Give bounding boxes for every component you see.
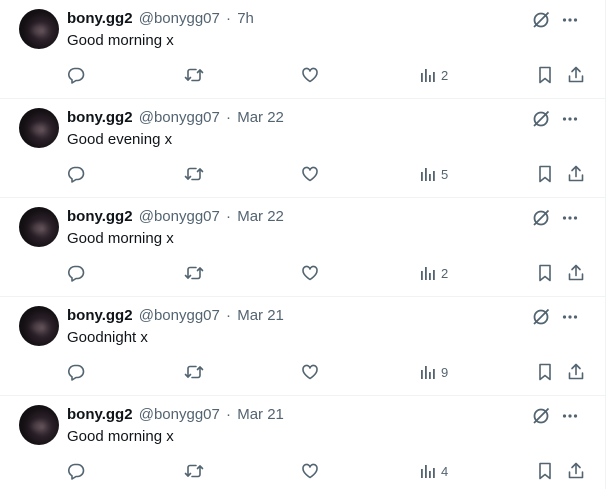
bookmark-icon[interactable] — [537, 461, 553, 481]
share-icon[interactable] — [567, 65, 585, 85]
reply-icon[interactable] — [67, 65, 85, 85]
tweet[interactable]: bony.gg2 @bonygg07 · Mar 22 Good evening… — [0, 99, 605, 198]
share-icon[interactable] — [567, 164, 585, 184]
tweet[interactable]: bony.gg2 @bonygg07 · Mar 21 Good morning… — [0, 396, 605, 489]
views-count: 5 — [441, 166, 449, 182]
tweet[interactable]: bony.gg2 @bonygg07 · Mar 21 Goodnight x — [0, 297, 605, 396]
action-bar: 2 — [0, 198, 605, 296]
tweet[interactable]: bony.gg2 @bonygg07 · 7h Good morning x 2 — [0, 0, 605, 99]
reply-icon[interactable] — [67, 164, 85, 184]
repost-icon[interactable] — [184, 461, 204, 481]
share-icon[interactable] — [567, 362, 585, 382]
repost-icon[interactable] — [184, 263, 204, 283]
share-icon[interactable] — [567, 263, 585, 283]
views-stat[interactable]: 5 — [420, 164, 448, 184]
views-icon — [420, 265, 436, 281]
views-stat[interactable]: 4 — [420, 461, 448, 481]
like-icon[interactable] — [301, 164, 319, 184]
like-icon[interactable] — [301, 362, 319, 382]
views-count: 2 — [441, 67, 449, 83]
tweet[interactable]: bony.gg2 @bonygg07 · Mar 22 Good morning… — [0, 198, 605, 297]
views-icon — [420, 67, 436, 83]
action-bar: 4 — [0, 396, 605, 489]
views-icon — [420, 364, 436, 380]
views-stat[interactable]: 9 — [420, 362, 448, 382]
action-bar: 5 — [0, 99, 605, 197]
like-icon[interactable] — [301, 263, 319, 283]
views-icon — [420, 166, 436, 182]
repost-icon[interactable] — [184, 164, 204, 184]
reply-icon[interactable] — [67, 263, 85, 283]
action-bar: 2 — [0, 0, 605, 98]
bookmark-icon[interactable] — [537, 263, 553, 283]
bookmark-icon[interactable] — [537, 362, 553, 382]
share-icon[interactable] — [567, 461, 585, 481]
timeline-feed: bony.gg2 @bonygg07 · 7h Good morning x 2… — [0, 0, 606, 489]
views-count: 2 — [441, 265, 449, 281]
bookmark-icon[interactable] — [537, 65, 553, 85]
like-icon[interactable] — [301, 65, 319, 85]
views-stat[interactable]: 2 — [420, 263, 448, 283]
bookmark-icon[interactable] — [537, 164, 553, 184]
reply-icon[interactable] — [67, 362, 85, 382]
views-stat[interactable]: 2 — [420, 65, 448, 85]
views-count: 4 — [441, 463, 449, 479]
views-count: 9 — [441, 364, 449, 380]
action-bar: 9 — [0, 297, 605, 395]
repost-icon[interactable] — [184, 362, 204, 382]
views-icon — [420, 463, 436, 479]
repost-icon[interactable] — [184, 65, 204, 85]
reply-icon[interactable] — [67, 461, 85, 481]
like-icon[interactable] — [301, 461, 319, 481]
